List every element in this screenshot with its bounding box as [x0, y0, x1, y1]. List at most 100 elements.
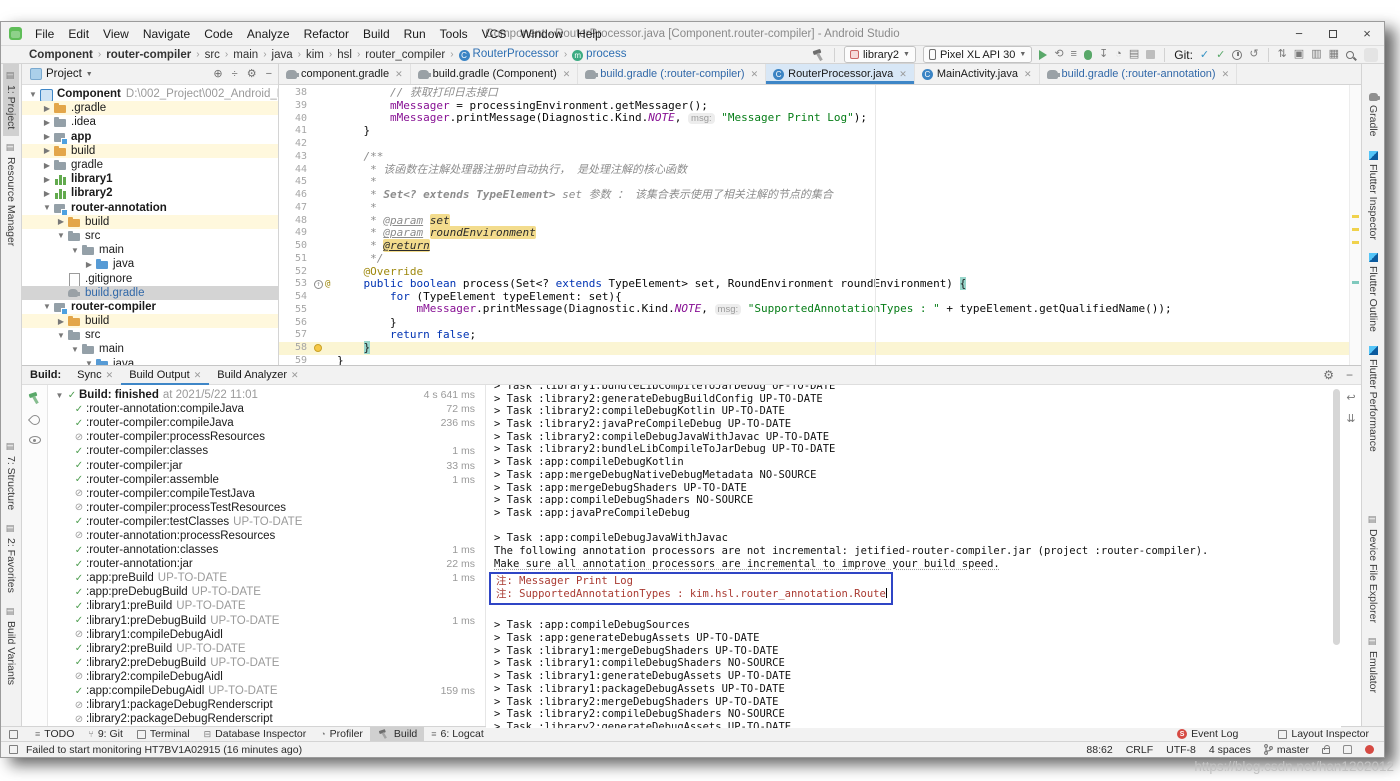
editor-tab[interactable]: build.gradle (Component)✕: [411, 64, 579, 84]
tree-arrow-icon[interactable]: ▶: [41, 146, 53, 155]
menu-item-file[interactable]: File: [28, 27, 61, 41]
tree-arrow-icon[interactable]: ▶: [41, 189, 53, 198]
gear-icon[interactable]: ⚙: [1323, 369, 1334, 381]
tree-arrow-icon[interactable]: ▼: [55, 331, 67, 340]
project-tree-row[interactable]: ▶library1: [22, 172, 278, 186]
breadcrumb-item[interactable]: hsl: [337, 49, 352, 61]
tool-strip-left[interactable]: ▤Resource Manager: [3, 136, 19, 253]
build-task-row[interactable]: ✓:router-annotation:jar22 ms: [48, 557, 485, 571]
close-icon[interactable]: ✕: [563, 69, 571, 80]
profiler-icon[interactable]: ◔: [1115, 49, 1122, 60]
build-tab[interactable]: Build Analyzer✕: [209, 366, 306, 385]
build-task-row[interactable]: ✓:library2:preDebugBuildUP-TO-DATE: [48, 656, 485, 670]
git-history-icon[interactable]: [1232, 50, 1242, 60]
build-hammer-icon[interactable]: [812, 49, 825, 61]
tool-strip-left[interactable]: ▤2: Favorites: [3, 517, 19, 600]
tree-arrow-icon[interactable]: ▶: [41, 118, 53, 127]
project-view-selector[interactable]: Project ▼: [46, 68, 93, 80]
tree-arrow-icon[interactable]: ▼: [41, 302, 53, 311]
run-configuration-selector[interactable]: library2 ▼: [844, 46, 916, 63]
build-task-row[interactable]: ✓:router-annotation:compileJava72 ms: [48, 402, 485, 416]
inspections-filter-icon[interactable]: [29, 436, 41, 444]
menu-item-analyze[interactable]: Analyze: [240, 27, 297, 41]
menu-item-view[interactable]: View: [96, 27, 136, 41]
project-tree-row[interactable]: ▼ComponentD:\002_Project\002_Android_Lea…: [22, 87, 278, 101]
tool-window-button[interactable]: ≡6: Logcat: [424, 727, 490, 742]
tree-arrow-icon[interactable]: ▶: [41, 175, 53, 184]
close-icon[interactable]: ✕: [751, 69, 759, 80]
tool-strip-right[interactable]: ▤Device File Explorer: [1365, 508, 1381, 630]
tool-window-button[interactable]: SEvent Log: [1170, 727, 1245, 742]
menu-item-build[interactable]: Build: [356, 27, 397, 41]
menu-item-edit[interactable]: Edit: [61, 27, 96, 41]
menu-item-tools[interactable]: Tools: [433, 27, 475, 41]
build-task-row[interactable]: ⊘:router-annotation:processResources: [48, 529, 485, 543]
build-task-row[interactable]: ⊘:library1:compileDebugAidl: [48, 628, 485, 642]
tree-arrow-icon[interactable]: ▼: [69, 345, 81, 354]
code-editor[interactable]: 38 // 获取打印日志接口39 mMessager = processingE…: [279, 85, 1361, 365]
tool-strip-right[interactable]: ▤Emulator: [1365, 630, 1381, 700]
tree-arrow-icon[interactable]: ▼: [54, 391, 65, 400]
project-tree-row[interactable]: ▶build: [22, 314, 278, 328]
project-tree-row[interactable]: ▼java: [22, 357, 278, 365]
editor-tab[interactable]: CMainActivity.java✕: [915, 64, 1040, 84]
menu-item-window[interactable]: Window: [513, 27, 570, 41]
tool-window-button[interactable]: ⊟Database Inspector: [197, 727, 314, 742]
maximize-button[interactable]: [1316, 22, 1350, 45]
tool-window-button[interactable]: Build: [370, 727, 424, 742]
project-tree-row[interactable]: ▼router-compiler: [22, 300, 278, 314]
build-task-row[interactable]: ✓:router-compiler:assemble1 ms: [48, 473, 485, 487]
device-selector[interactable]: Pixel XL API 30 ▼: [923, 46, 1032, 63]
indent-config[interactable]: 4 spaces: [1209, 744, 1251, 756]
run-button[interactable]: [1039, 50, 1047, 60]
menu-item-code[interactable]: Code: [197, 27, 240, 41]
project-tree-row[interactable]: ▶.gradle: [22, 101, 278, 115]
tree-arrow-icon[interactable]: ▶: [55, 317, 67, 326]
editor-tab[interactable]: CRouterProcessor.java✕: [766, 64, 915, 84]
project-tree-row[interactable]: ▶library2: [22, 186, 278, 200]
project-tree-row[interactable]: ▶java: [22, 257, 278, 271]
line-separator[interactable]: CRLF: [1126, 744, 1153, 756]
menu-item-help[interactable]: Help: [570, 27, 609, 41]
sync-project-icon[interactable]: ⇅: [1278, 49, 1287, 60]
scroll-to-end-icon[interactable]: ⇊: [1346, 414, 1355, 425]
close-icon[interactable]: ✕: [194, 370, 202, 381]
project-tree-row[interactable]: ▼main: [22, 342, 278, 356]
build-task-row[interactable]: ⊘:library2:packageDebugRenderscript: [48, 712, 485, 726]
tree-arrow-icon[interactable]: ▶: [41, 132, 53, 141]
close-icon[interactable]: ✕: [291, 370, 299, 381]
editor-error-stripe[interactable]: [1349, 85, 1361, 365]
build-task-row[interactable]: ✓:library2:preBuildUP-TO-DATE: [48, 642, 485, 656]
avd-manager-icon[interactable]: ▥: [1311, 49, 1321, 60]
build-task-row[interactable]: ✓:app:preBuildUP-TO-DATE1 ms: [48, 571, 485, 585]
tree-arrow-icon[interactable]: ▼: [55, 231, 67, 240]
tree-arrow-icon[interactable]: ▶: [41, 161, 53, 170]
locate-file-icon[interactable]: ⊕: [213, 69, 222, 80]
stop-button[interactable]: [1146, 50, 1155, 59]
project-tree-row[interactable]: ▼src: [22, 229, 278, 243]
minimize-button[interactable]: −: [1282, 22, 1316, 45]
git-commit-icon[interactable]: ✓: [1216, 48, 1225, 61]
soft-wrap-icon[interactable]: ↩: [1346, 393, 1355, 404]
build-task-row[interactable]: ⊘:library2:compileDebugAidl: [48, 670, 485, 684]
project-tree-row[interactable]: ▶.idea: [22, 115, 278, 129]
sdk-manager-icon[interactable]: ▣: [1294, 49, 1304, 60]
tool-strip-right[interactable]: Flutter Performance: [1365, 339, 1381, 459]
breadcrumb-item[interactable]: mprocess: [572, 48, 626, 61]
gear-icon[interactable]: ⚙: [247, 69, 257, 80]
build-task-row[interactable]: ✓:library1:preBuildUP-TO-DATE: [48, 599, 485, 613]
editor-tab[interactable]: build.gradle (:router-compiler)✕: [578, 64, 766, 84]
restart-build-icon[interactable]: [28, 392, 41, 404]
tree-arrow-icon[interactable]: ▶: [41, 104, 53, 113]
fatal-error-icon[interactable]: [1365, 745, 1374, 754]
build-task-row[interactable]: ✓:router-compiler:testClassesUP-TO-DATE: [48, 515, 485, 529]
breadcrumb-item[interactable]: main: [233, 49, 258, 61]
tool-window-button[interactable]: ⑂9: Git: [81, 727, 130, 742]
build-task-row[interactable]: ⊘:router-compiler:compileTestJava: [48, 487, 485, 501]
close-icon[interactable]: ✕: [106, 370, 114, 381]
caret-position[interactable]: 88:62: [1086, 744, 1112, 756]
tool-window-button[interactable]: Terminal: [130, 727, 197, 742]
menu-item-navigate[interactable]: Navigate: [136, 27, 197, 41]
hide-panel-icon[interactable]: −: [1346, 369, 1353, 381]
menu-item-vcs[interactable]: VCS: [475, 27, 514, 41]
